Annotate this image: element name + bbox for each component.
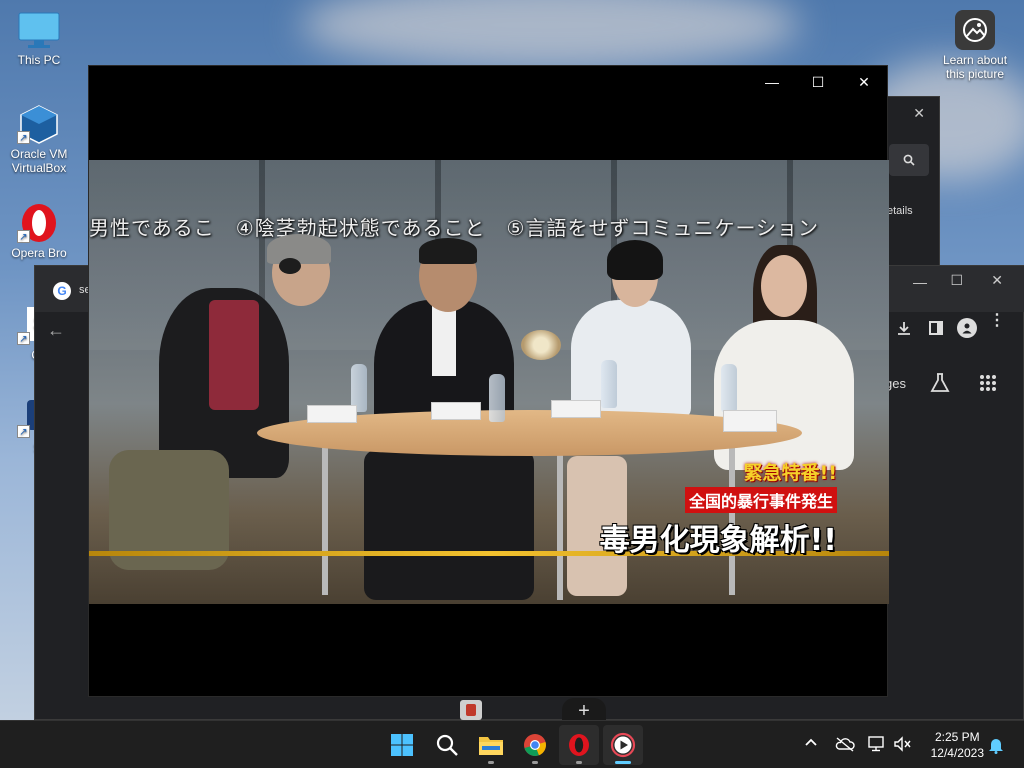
- search-icon: [436, 734, 458, 756]
- side-panel-icon[interactable]: [929, 321, 943, 335]
- caption-line-3: 毒男化現象解析!!: [599, 523, 837, 558]
- flower-vase: [521, 330, 561, 360]
- thumbnail-icon[interactable]: [460, 700, 482, 720]
- menu-kebab-icon[interactable]: ⋮: [989, 313, 1005, 329]
- clock-date: 12/4/2023: [930, 746, 984, 760]
- player-titlebar[interactable]: — ☐ ✕: [89, 66, 887, 98]
- taskbar: 2:25 PM 12/4/2023: [0, 720, 1024, 768]
- onedrive-offline-icon[interactable]: [835, 736, 855, 757]
- play-icon: [610, 732, 636, 758]
- water-bottle: [601, 360, 617, 408]
- desktop-icon-virtualbox[interactable]: ↗ Oracle VM VirtualBox: [6, 104, 72, 175]
- nameplate: [307, 405, 357, 423]
- back-icon[interactable]: ←: [47, 320, 65, 341]
- desktop-icon-this-pc[interactable]: This PC: [6, 10, 72, 67]
- search-icon[interactable]: [889, 144, 929, 176]
- apps-grid-icon[interactable]: [979, 374, 997, 397]
- camera-icon: [955, 10, 995, 50]
- shortcut-arrow-icon: ↗: [17, 230, 30, 243]
- maximize-icon[interactable]: ☐: [950, 272, 963, 289]
- nameplate: [551, 400, 601, 418]
- media-player-button[interactable]: [603, 725, 643, 765]
- caption-line-1: 緊急特番!!: [743, 462, 837, 484]
- nameplate: [723, 410, 777, 432]
- details-link[interactable]: etails: [887, 205, 913, 217]
- maximize-button[interactable]: ☐: [795, 66, 841, 98]
- minimize-icon[interactable]: —: [913, 274, 927, 290]
- media-player-window[interactable]: — ☐ ✕ 男性であるこ ④陰茎勃起状態であること ⑤言語をせずコミュニケーショ…: [88, 65, 889, 697]
- download-icon[interactable]: [895, 320, 913, 343]
- desktop-icon-label: Opera Bro: [11, 246, 67, 260]
- search-button[interactable]: [427, 725, 467, 765]
- background-window-details[interactable]: ✕ etails: [880, 96, 940, 266]
- desktop-icon-label: This PC: [17, 53, 61, 67]
- show-hidden-icons-chevron-icon[interactable]: [804, 735, 818, 752]
- opera-icon: [569, 734, 589, 756]
- close-icon[interactable]: ✕: [913, 105, 925, 122]
- file-explorer-button[interactable]: [471, 725, 511, 765]
- monitor-icon: [17, 10, 61, 50]
- table-leg: [322, 445, 328, 595]
- water-bottle: [721, 364, 737, 412]
- start-button[interactable]: [382, 725, 422, 765]
- table-leg: [557, 450, 563, 600]
- clock-time: 2:25 PM: [934, 730, 980, 744]
- profile-icon[interactable]: [957, 318, 977, 338]
- network-icon[interactable]: [868, 736, 886, 757]
- video-frame[interactable]: 男性であるこ ④陰茎勃起状態であること ⑤言語をせずコミュニケーション 緊急特番…: [89, 160, 889, 604]
- chrome-button[interactable]: [515, 725, 555, 765]
- labs-flask-icon[interactable]: [929, 372, 951, 399]
- wallpaper-cloud: [300, 0, 800, 70]
- chrome-icon: [524, 734, 546, 757]
- close-icon[interactable]: ✕: [991, 272, 1003, 289]
- new-tab-button[interactable]: +: [562, 698, 606, 722]
- system-clock[interactable]: 2:25 PM 12/4/2023: [931, 729, 984, 761]
- notification-bell-icon[interactable]: [988, 736, 1004, 759]
- desktop-icon-label: Oracle VM VirtualBox: [10, 147, 68, 175]
- shortcut-arrow-icon: ↗: [17, 332, 30, 345]
- desktop-icon-opera[interactable]: ↗ Opera Bro: [6, 203, 72, 260]
- water-bottle: [489, 374, 505, 422]
- opera-button[interactable]: [559, 725, 599, 765]
- folder-icon: [479, 737, 503, 755]
- nameplate: [431, 402, 481, 420]
- opera-icon: ↗: [17, 203, 61, 243]
- learn-about-picture[interactable]: Learn about this picture: [940, 10, 1010, 81]
- video-top-caption: 男性であるこ ④陰茎勃起状態であること ⑤言語をせずコミュニケーション: [89, 216, 820, 240]
- minimize-button[interactable]: —: [749, 66, 795, 98]
- windows-icon: [391, 734, 413, 756]
- close-button[interactable]: ✕: [841, 66, 887, 98]
- news-caption: 緊急特番!! 全国的暴行事件発生 毒男化現象解析!!: [600, 458, 837, 559]
- virtualbox-icon: ↗: [17, 104, 61, 144]
- volume-muted-icon[interactable]: [894, 736, 912, 757]
- google-favicon-icon: G: [53, 282, 71, 300]
- learn-about-picture-label: Learn about this picture: [942, 53, 1008, 81]
- shortcut-arrow-icon: ↗: [17, 425, 30, 438]
- caption-line-2: 全国的暴行事件発生: [684, 487, 837, 513]
- shortcut-arrow-icon: ↗: [17, 131, 30, 144]
